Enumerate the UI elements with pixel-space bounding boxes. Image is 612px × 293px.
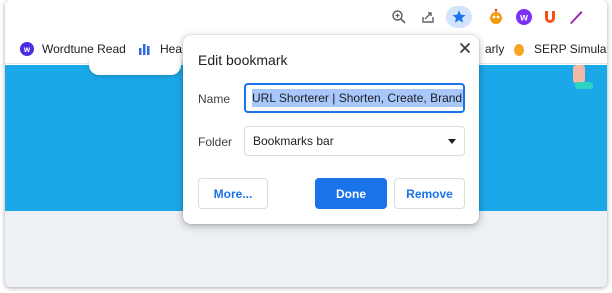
folder-label: Folder [198, 135, 233, 149]
edit-bookmark-dialog: Edit bookmark Name URL Shorterer | Short… [183, 35, 479, 224]
close-icon[interactable] [457, 40, 473, 56]
wordtune-extension-icon[interactable]: w [513, 6, 535, 28]
bookmark-star-icon[interactable] [446, 6, 472, 28]
bookmark-label: arly [485, 42, 505, 56]
hero-card [89, 57, 181, 75]
name-label: Name [198, 92, 231, 106]
extension-robot-icon[interactable] [485, 6, 507, 28]
bookmark-serp-simulator[interactable]: SERP Simulator [512, 41, 607, 57]
bookmark-name-input[interactable]: URL Shorterer | Shorten, Create, Brand, … [244, 83, 465, 113]
dialog-title: Edit bookmark [198, 52, 288, 68]
folder-value: Bookmarks bar [253, 134, 334, 148]
bookmark-name-value: URL Shorterer | Shorten, Create, Brand, … [252, 89, 463, 107]
bars-icon [138, 42, 152, 56]
zoom-icon[interactable] [388, 6, 410, 28]
serp-simulator-icon [512, 42, 526, 56]
browser-window: w w Wordtune Read Hea arly SERP Simula E… [5, 0, 607, 287]
svg-text:w: w [23, 45, 31, 54]
bookmark-label: Hea [160, 42, 183, 56]
remove-button[interactable]: Remove [394, 178, 465, 209]
bookmark-wordtune-read[interactable]: w Wordtune Read [20, 41, 126, 57]
more-button[interactable]: More... [198, 178, 268, 209]
folder-select[interactable]: Bookmarks bar [244, 126, 465, 156]
share-icon[interactable] [417, 6, 439, 28]
illustration-shoe [575, 82, 593, 89]
pen-extension-icon[interactable] [565, 6, 587, 28]
browser-toolbar: w [5, 0, 607, 34]
bookmark-hea[interactable]: Hea [138, 41, 182, 57]
svg-text:w: w [519, 13, 528, 24]
bookmark-arly[interactable]: arly [485, 41, 504, 57]
ubersuggest-extension-icon[interactable] [539, 6, 561, 28]
bookmark-label: Wordtune Read [42, 42, 126, 56]
chevron-down-icon [448, 138, 456, 144]
done-button[interactable]: Done [315, 178, 387, 209]
illustration-leg [573, 65, 585, 83]
bookmark-label: SERP Simulator [534, 42, 607, 56]
wordtune-icon: w [20, 42, 34, 56]
